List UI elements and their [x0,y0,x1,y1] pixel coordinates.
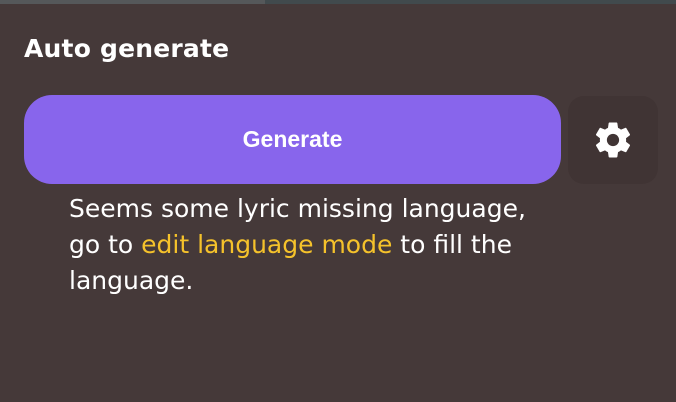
panel-title: Auto generate [24,34,230,63]
auto-generate-panel: Auto generate Generate Seems some lyric … [0,0,676,402]
missing-language-message: Seems some lyric missing language, go to… [69,191,589,299]
settings-button[interactable] [568,96,658,184]
message-text: language. [69,266,194,295]
generate-button[interactable]: Generate [24,95,561,184]
message-text: go to [69,230,142,259]
gear-icon [595,122,631,158]
top-divider-segment [265,0,676,4]
message-text: Seems some lyric missing language, [69,194,526,223]
edit-language-mode-link[interactable]: edit language mode [141,230,392,259]
top-divider-segment [0,0,265,4]
top-divider [0,0,676,4]
message-text: to fill the [392,230,512,259]
